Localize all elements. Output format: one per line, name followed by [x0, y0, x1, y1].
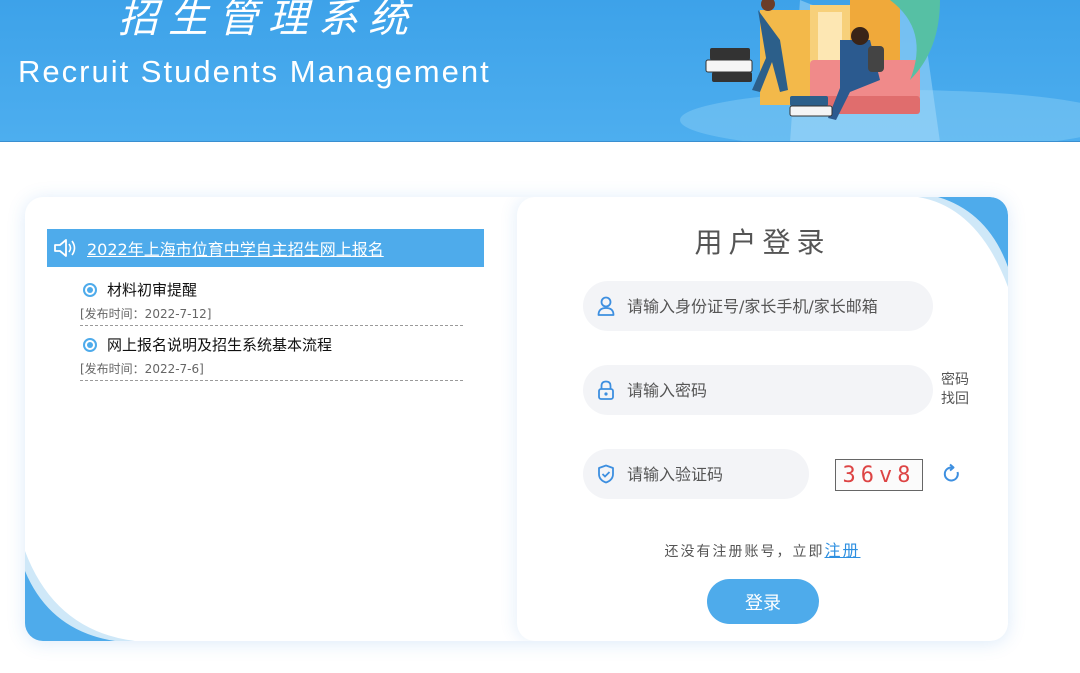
- captcha-image[interactable]: 36v8: [835, 459, 923, 491]
- app-title-en: Recruit Students Management: [18, 54, 491, 89]
- login-button[interactable]: 登录: [707, 579, 819, 624]
- refresh-icon[interactable]: [941, 463, 963, 485]
- bullet-icon: [83, 282, 97, 297]
- password-input[interactable]: [627, 380, 897, 400]
- news-date: [发布时间：2022-7-6]: [80, 362, 204, 376]
- reading-illustration: [680, 0, 1080, 141]
- password-field: [583, 365, 933, 415]
- news-title[interactable]: 材料初审提醒: [107, 279, 197, 300]
- login-title: 用户登录: [694, 226, 831, 259]
- username-input[interactable]: [627, 296, 897, 316]
- notice-heading-link[interactable]: 2022年上海市位育中学自主招生网上报名: [87, 236, 384, 260]
- list-item: 网上报名说明及招生系统基本流程 [发布时间：2022-7-6]: [80, 334, 463, 381]
- news-date: [发布时间：2022-7-12]: [80, 307, 212, 321]
- news-title[interactable]: 网上报名说明及招生系统基本流程: [107, 334, 332, 355]
- speaker-icon: [51, 233, 81, 263]
- notice-heading-bar: 2022年上海市位育中学自主招生网上报名: [47, 229, 484, 267]
- user-icon: [595, 295, 617, 317]
- app-title-cn: 招生管理系统: [118, 0, 418, 42]
- shield-icon: [595, 463, 617, 485]
- register-prompt-text: 还没有注册账号，立即: [664, 544, 825, 560]
- register-prompt: 还没有注册账号，立即注册: [517, 537, 1008, 561]
- main-card: 2022年上海市位育中学自主招生网上报名 材料初审提醒 [发布时间：2022-7…: [25, 197, 1008, 641]
- forgot-password-link[interactable]: 密码找回: [941, 371, 975, 409]
- lock-icon: [595, 379, 617, 401]
- decor-corner: [25, 551, 135, 641]
- captcha-input[interactable]: [627, 464, 777, 484]
- header-banner: 招生管理系统 Recruit Students Management: [0, 0, 1080, 142]
- login-panel: 用户登录 密码找回: [517, 197, 1008, 641]
- news-list: 材料初审提醒 [发布时间：2022-7-12] 网上报名说明及招生系统基本流程 …: [80, 279, 463, 389]
- bullet-icon: [83, 337, 97, 352]
- captcha-text: 36v8: [842, 462, 916, 488]
- register-link[interactable]: 注册: [824, 541, 860, 560]
- username-field: [583, 281, 933, 331]
- captcha-field: [583, 449, 809, 499]
- list-item: 材料初审提醒 [发布时间：2022-7-12]: [80, 279, 463, 326]
